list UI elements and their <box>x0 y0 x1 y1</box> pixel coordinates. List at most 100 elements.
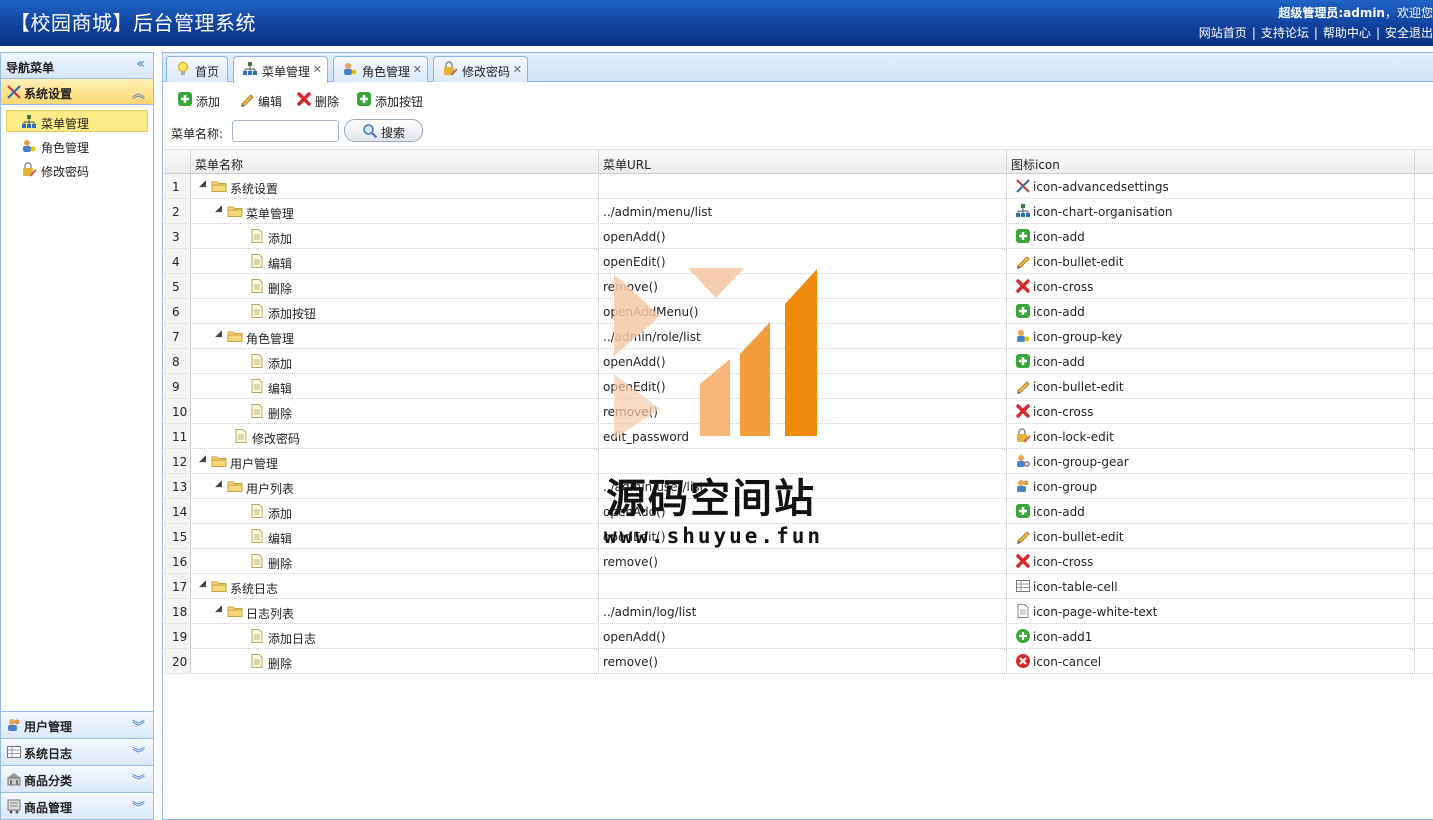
menu-url: ../admin/role/list <box>603 330 701 344</box>
menu-url: openEdit() <box>603 255 666 269</box>
chart-organisation-icon <box>22 115 36 128</box>
menu-name-cell: 编辑 <box>191 524 599 548</box>
add-button[interactable]: 添加 <box>177 90 227 110</box>
row-number-cell: 15 <box>164 524 191 548</box>
menu-name: 添加按钮 <box>268 307 317 321</box>
table-row[interactable]: 4 编辑 openEdit() icon-bullet-edit <box>164 249 1433 274</box>
group-icon <box>8 719 20 731</box>
link-site-home[interactable]: 网站首页 <box>1199 26 1247 40</box>
file-icon <box>251 529 263 543</box>
chevron-down-icon[interactable]: ︾ <box>132 797 145 816</box>
link-logout[interactable]: 安全退出 <box>1385 26 1433 40</box>
table-row[interactable]: 20 删除 remove() icon-cancel <box>164 649 1433 674</box>
menu-icon-cell: icon-add <box>1007 224 1415 248</box>
sidebar-item-menu-management[interactable]: 菜单管理 <box>6 110 148 132</box>
menu-icon-cell: icon-group-key <box>1007 324 1415 348</box>
table-row[interactable]: 19 添加日志 openAdd() icon-add1 <box>164 624 1433 649</box>
close-icon[interactable]: ✕ <box>313 63 322 76</box>
menu-name: 菜单管理 <box>246 207 295 221</box>
column-header-menu-url[interactable]: 菜单URL <box>599 150 1007 174</box>
expand-toggle-icon[interactable]: ◢ <box>215 204 222 214</box>
menu-name: 删除 <box>268 657 293 671</box>
search-button[interactable]: 搜索 <box>344 119 423 142</box>
menu-name-cell: ◢ 日志列表 <box>191 599 599 623</box>
chevron-up-icon[interactable]: ︽ <box>132 83 145 102</box>
row-number-cell: 18 <box>164 599 191 623</box>
table-row[interactable]: 5 删除 remove() icon-cross <box>164 274 1433 299</box>
table-row[interactable]: 18 ◢ 日志列表 ../admin/log/list icon-page-white-… <box>164 599 1433 624</box>
add1-icon <box>1016 629 1030 643</box>
table-row[interactable]: 9 编辑 openEdit() icon-bullet-edit <box>164 374 1433 399</box>
sidebar-group-product-management[interactable]: 商品管理 ︾ <box>1 792 153 819</box>
menu-icon-name: icon-bullet-edit <box>1033 380 1124 394</box>
delete-button[interactable]: 删除 <box>296 90 346 110</box>
sidebar-item-change-password[interactable]: 修改密码 <box>6 158 148 180</box>
expand-toggle-icon[interactable]: ◢ <box>215 479 222 489</box>
table-row[interactable]: 17 ◢ 系统日志 icon-table-cell <box>164 574 1433 599</box>
sidebar-group-product-category[interactable]: 商品分类 ︾ <box>1 765 153 792</box>
table-row[interactable]: 7 ◢ 角色管理 ../admin/role/list icon-group-key <box>164 324 1433 349</box>
edit-button[interactable]: 编辑 <box>239 90 289 110</box>
link-help-center[interactable]: 帮助中心 <box>1323 26 1371 40</box>
menu-icon-name: icon-cross <box>1033 280 1094 294</box>
menu-icon-name: icon-bullet-edit <box>1033 255 1124 269</box>
table-row[interactable]: 12 ◢ 用户管理 icon-group-gear <box>164 449 1433 474</box>
menu-icon-cell: icon-chart-organisation <box>1007 199 1415 223</box>
menu-name-search-input[interactable] <box>232 120 339 142</box>
column-header-icon[interactable]: 图标icon <box>1007 150 1415 174</box>
row-number: 20 <box>172 655 188 669</box>
tab-home[interactable]: 首页 <box>166 56 228 82</box>
expand-toggle-icon[interactable]: ◢ <box>199 579 206 589</box>
add-button-button[interactable]: 添加按钮 <box>356 90 436 110</box>
menu-icon-name: icon-chart-organisation <box>1033 205 1173 219</box>
link-support-forum[interactable]: 支持论坛 <box>1261 26 1309 40</box>
expand-toggle-icon[interactable]: ◢ <box>215 604 222 614</box>
building-icon <box>7 773 21 786</box>
table-row[interactable]: 16 删除 remove() icon-cross <box>164 549 1433 574</box>
collapse-sidebar-icon[interactable]: « <box>136 56 145 72</box>
row-number-cell: 16 <box>164 549 191 573</box>
column-header-menu-name[interactable]: 菜单名称 <box>191 150 599 174</box>
table-row[interactable]: 6 添加按钮 openAddMenu() icon-add <box>164 299 1433 324</box>
table-row[interactable]: 1 ◢ 系统设置 icon-advancedsettings <box>164 174 1433 199</box>
chevron-down-icon[interactable]: ︾ <box>132 743 145 762</box>
group-key-icon <box>23 140 36 152</box>
edit-button-label: 编辑 <box>258 95 283 109</box>
table-row[interactable]: 13 ◢ 用户列表 ../admin/user/list icon-group <box>164 474 1433 499</box>
sidebar-group-system-log[interactable]: 系统日志 ︾ <box>1 738 153 765</box>
table-row[interactable]: 15 编辑 openEdit() icon-bullet-edit <box>164 524 1433 549</box>
chevron-down-icon[interactable]: ︾ <box>132 770 145 789</box>
table-row[interactable]: 8 添加 openAdd() icon-add <box>164 349 1433 374</box>
menu-name: 修改密码 <box>252 432 301 446</box>
search-row: 菜单名称: 搜索 <box>163 116 1433 146</box>
table-row[interactable]: 2 ◢ 菜单管理 ../admin/menu/list icon-chart-organ… <box>164 199 1433 224</box>
tab-role-management[interactable]: 角色管理 ✕ <box>333 56 428 82</box>
search-label: 菜单名称: <box>171 127 224 141</box>
table-row[interactable]: 3 添加 openAdd() icon-add <box>164 224 1433 249</box>
bullet-edit-icon <box>241 94 254 107</box>
row-number: 10 <box>172 405 188 419</box>
table-row[interactable]: 11 修改密码 edit_password icon-lock-edit <box>164 424 1433 449</box>
sidebar-item-role-management[interactable]: 角色管理 <box>6 134 148 156</box>
menu-url-cell: openAdd() <box>599 499 1007 523</box>
close-icon[interactable]: ✕ <box>413 63 422 76</box>
chevron-down-icon[interactable]: ︾ <box>132 716 145 735</box>
tab-menu-management[interactable]: 菜单管理 ✕ <box>233 56 328 83</box>
sidebar-group-user-management[interactable]: 用户管理 ︾ <box>1 711 153 738</box>
folder-icon <box>227 606 243 617</box>
menu-icon-cell: icon-cross <box>1007 274 1415 298</box>
column-header-label: 菜单名称 <box>195 158 244 172</box>
menu-name: 系统设置 <box>230 182 279 196</box>
menu-icon-cell: icon-lock-edit <box>1007 424 1415 448</box>
expand-toggle-icon[interactable]: ◢ <box>199 454 206 464</box>
sidebar-group-system-settings[interactable]: 系统设置 ︽ <box>1 79 153 105</box>
expand-toggle-icon[interactable]: ◢ <box>215 329 222 339</box>
expand-toggle-icon[interactable]: ◢ <box>199 179 206 189</box>
file-icon <box>251 229 263 243</box>
tab-change-password[interactable]: 修改密码 ✕ <box>433 56 528 82</box>
table-row[interactable]: 14 添加 openAdd() icon-add <box>164 499 1433 524</box>
add-icon <box>1016 229 1030 243</box>
close-icon[interactable]: ✕ <box>513 63 522 76</box>
table-row[interactable]: 10 删除 remove() icon-cross <box>164 399 1433 424</box>
row-number: 5 <box>172 280 180 294</box>
